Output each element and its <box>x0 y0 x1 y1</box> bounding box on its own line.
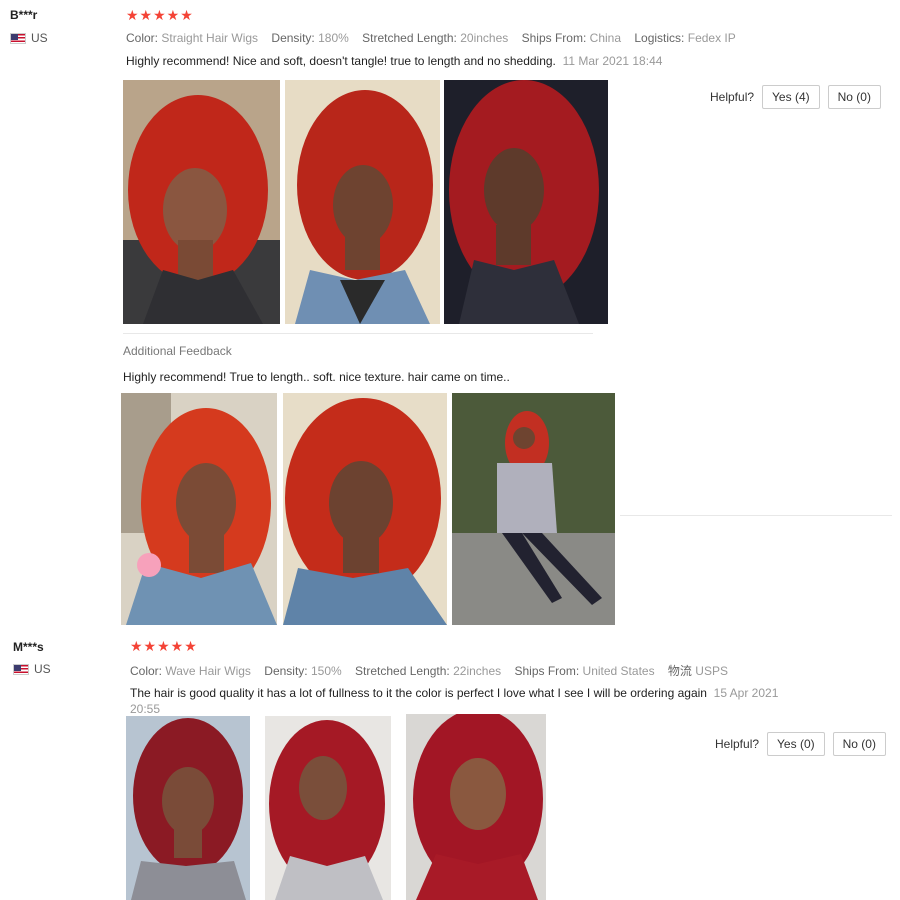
attr-color: Color: Wave Hair Wigs <box>130 664 251 678</box>
star-rating: ★★★★★ <box>126 7 194 23</box>
divider <box>620 515 892 516</box>
attr-logistics: Logistics: Fedex IP <box>634 31 736 45</box>
product-attributes: Color: Straight Hair Wigs Density: 180% … <box>126 31 746 45</box>
country-label: US <box>31 31 48 45</box>
helpful-label: Helpful? <box>710 90 755 104</box>
reviewer-name: M***s <box>13 640 44 654</box>
attr-color: Color: Straight Hair Wigs <box>126 31 259 45</box>
attr-ships-from: Ships From: United States <box>514 664 655 678</box>
review-photo[interactable] <box>444 80 608 324</box>
country-label: US <box>34 662 51 676</box>
us-flag-icon <box>13 663 29 675</box>
divider <box>123 333 593 334</box>
additional-feedback-text: Highly recommend! True to length.. soft.… <box>123 370 510 384</box>
review-photo[interactable] <box>285 80 440 324</box>
product-attributes: Color: Wave Hair Wigs Density: 150% Stre… <box>130 662 738 679</box>
helpful-yes-button[interactable]: Yes (0) <box>767 732 825 756</box>
review-photo[interactable] <box>126 716 250 900</box>
attr-length: Stretched Length: 20inches <box>362 31 509 45</box>
reviewer-name: B***r <box>10 8 38 22</box>
helpful-yes-button[interactable]: Yes (4) <box>762 85 820 109</box>
attr-density: Density: 150% <box>264 664 342 678</box>
helpful-voting: Helpful? Yes (0) No (0) <box>715 732 886 756</box>
attr-ships-from: Ships From: China <box>521 31 622 45</box>
review-photo[interactable] <box>406 714 546 900</box>
additional-feedback-title: Additional Feedback <box>123 344 232 358</box>
review-photo[interactable] <box>265 716 391 900</box>
review-photo[interactable] <box>452 393 615 625</box>
us-flag-icon <box>10 32 26 44</box>
review-photo[interactable] <box>283 393 447 625</box>
reviewer-country: US <box>10 31 48 45</box>
reviewer-country: US <box>13 662 51 676</box>
attr-length: Stretched Length: 22inches <box>355 664 502 678</box>
review-text: Highly recommend! Nice and soft, doesn't… <box>126 54 663 68</box>
star-rating: ★★★★★ <box>130 638 198 654</box>
helpful-no-button[interactable]: No (0) <box>832 732 886 756</box>
review-text: The hair is good quality it has a lot of… <box>130 686 779 716</box>
review-photo[interactable] <box>123 80 280 324</box>
review-photo[interactable] <box>121 393 277 625</box>
review-date: 11 Mar 2021 18:44 <box>562 54 663 68</box>
helpful-voting: Helpful? Yes (4) No (0) <box>710 85 881 109</box>
attr-logistics: 物流 USPS <box>667 664 728 678</box>
helpful-label: Helpful? <box>715 737 760 751</box>
attr-density: Density: 180% <box>271 31 349 45</box>
helpful-no-button[interactable]: No (0) <box>827 85 881 109</box>
